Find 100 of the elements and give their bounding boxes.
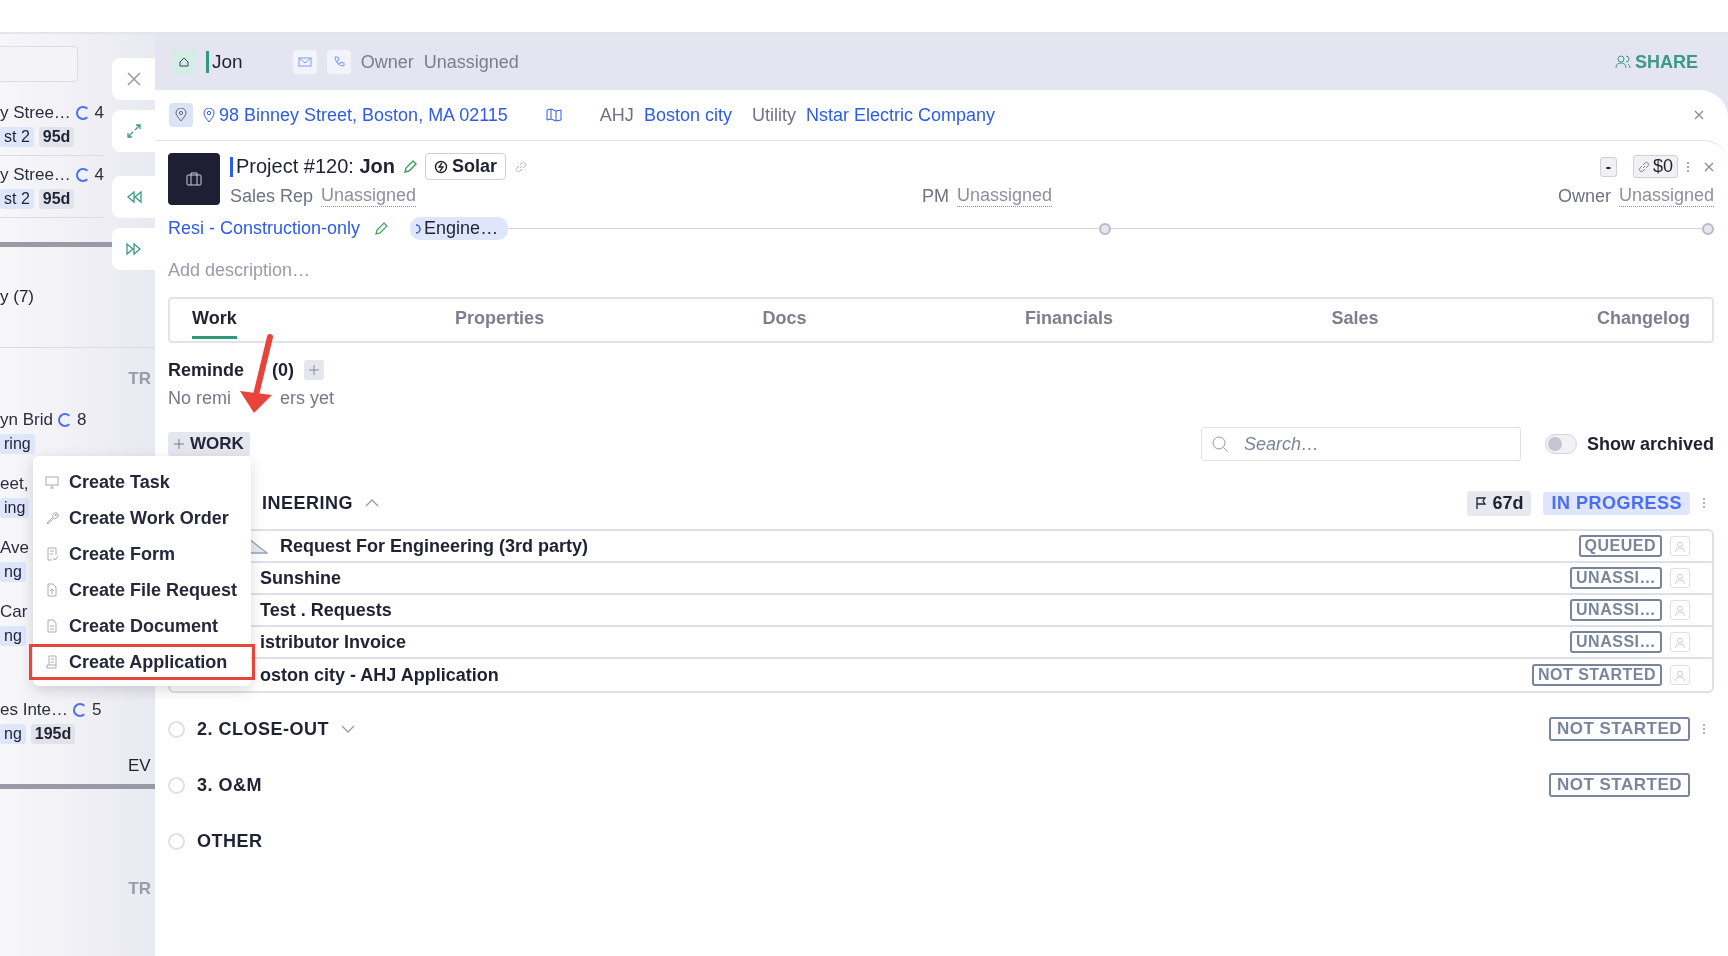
expand-button[interactable] (112, 110, 156, 152)
work-item-title[interactable]: oston city - AHJ Application (260, 664, 499, 686)
close-icon (125, 70, 143, 88)
close-icon[interactable] (1704, 161, 1714, 172)
document-icon (45, 619, 59, 633)
status-tag: IN PROGRESS (1543, 491, 1690, 515)
card-type: EV (128, 756, 151, 776)
close-button[interactable] (112, 58, 156, 100)
wrench-icon (45, 511, 59, 525)
status-tag: UNASSI… (1570, 631, 1662, 653)
project-title: Project #120: Jon (236, 155, 395, 178)
stage-pill[interactable]: Engine… (410, 217, 509, 240)
edit-icon[interactable] (403, 159, 417, 174)
section-title[interactable]: INEERING (262, 492, 353, 514)
link-icon[interactable] (514, 159, 528, 174)
section-title[interactable]: 3. O&M (197, 774, 262, 796)
utility-label: Utility (751, 104, 796, 126)
phone-button[interactable] (326, 50, 351, 74)
menu-item[interactable]: Create File Request (29, 572, 255, 608)
tab[interactable]: Properties (455, 299, 545, 341)
more-icon[interactable] (1686, 160, 1690, 173)
home-icon (172, 50, 196, 74)
tab[interactable]: Sales (1331, 299, 1379, 341)
menu-item[interactable]: Create Document (29, 608, 255, 644)
work-item-title[interactable]: Sunshine (260, 567, 341, 589)
menu-item[interactable]: Create Work Order (29, 500, 255, 536)
menu-item[interactable]: Create Application (29, 644, 255, 680)
edit-icon[interactable] (374, 221, 389, 236)
menu-item[interactable]: Create Form (29, 536, 255, 572)
ahj-link[interactable]: Boston city (643, 104, 732, 126)
chevron-down-icon[interactable] (341, 725, 355, 733)
more-icon[interactable] (1702, 497, 1706, 509)
card-title: Car (0, 602, 28, 622)
fast-forward-icon (126, 242, 142, 256)
add-work-button[interactable]: WORK (168, 432, 250, 456)
search-field[interactable]: Search… (1200, 427, 1521, 461)
sales-rep-label: Sales Rep (230, 186, 314, 207)
column-header: TR (128, 879, 151, 899)
assignee-icon[interactable] (1670, 632, 1690, 652)
project-thumbnail (168, 153, 220, 205)
tab[interactable]: Work (192, 301, 237, 339)
tab[interactable]: Docs (762, 299, 807, 341)
stage-tag: st 2 (0, 126, 34, 147)
status-circle[interactable] (168, 720, 185, 738)
rewind-button[interactable] (112, 176, 156, 218)
more-icon[interactable] (1702, 723, 1706, 735)
status-tag: UNASSI… (1570, 567, 1662, 589)
assignee-icon[interactable] (1670, 568, 1690, 588)
work-item-title[interactable]: Request For Engineering (3rd party) (280, 535, 589, 557)
stage-tag: ing (0, 498, 30, 518)
stage-tag: ng (0, 626, 26, 646)
mail-button[interactable] (292, 50, 317, 74)
stage-tag: ng (0, 562, 26, 582)
stage-tag: st 2 (0, 188, 34, 209)
utility-link[interactable]: Nstar Electric Company (805, 104, 995, 126)
phone-icon (332, 56, 345, 68)
assignee-icon[interactable] (1670, 665, 1690, 685)
card-title: y Stree… (0, 102, 71, 123)
assignee-icon[interactable] (1670, 600, 1690, 620)
column-header: TR (128, 369, 151, 389)
work-item-title[interactable]: Test . Requests (260, 599, 392, 621)
show-archived-label: Show archived (1586, 433, 1714, 455)
solar-icon (434, 159, 448, 174)
expand-icon (126, 123, 142, 139)
list-card[interactable]: eet, ing (0, 474, 30, 538)
section-title[interactable]: OTHER (197, 830, 263, 852)
card-title: eet, (0, 474, 29, 494)
address-link[interactable]: 98 Binney Street, Boston, MA 02115 (219, 104, 508, 126)
list-card[interactable]: y Stree… 4 st 2 95d (0, 156, 104, 218)
stage-node[interactable] (1702, 222, 1714, 235)
value-tag[interactable]: $0 (1632, 155, 1678, 178)
work-item-title[interactable]: istributor Invoice (260, 631, 407, 653)
search-field[interactable] (0, 46, 78, 82)
close-button[interactable] (1694, 110, 1704, 120)
chevron-up-icon[interactable] (365, 499, 379, 507)
workflow-link[interactable]: Resi - Construction-only (168, 218, 361, 239)
tab[interactable]: Changelog (1596, 299, 1690, 341)
reminders-count: (0) (272, 359, 294, 381)
add-reminder-button[interactable] (304, 360, 324, 380)
status-circle[interactable] (168, 832, 185, 850)
stage-node[interactable] (1099, 222, 1112, 235)
list-card[interactable]: Car ng (0, 602, 28, 666)
priority-tag[interactable]: - (1599, 156, 1617, 177)
status-tag: NOT STARTED (1548, 717, 1690, 741)
map-icon[interactable] (545, 108, 562, 122)
age-tag: 95d (38, 126, 75, 147)
progress-icon (75, 105, 90, 120)
status-circle[interactable] (168, 776, 185, 794)
section-title[interactable]: 2. CLOSE-OUT (197, 718, 329, 740)
list-card[interactable]: y Stree… 4 st 2 95d (0, 94, 104, 156)
type-label: Solar (452, 156, 497, 177)
card-count: 4 (94, 164, 104, 185)
toggle-switch[interactable] (1544, 434, 1577, 454)
tab[interactable]: Financials (1025, 299, 1114, 341)
fast-forward-button[interactable] (112, 228, 156, 270)
owner-value: Unassigned (423, 51, 519, 73)
owner-label: Owner (360, 51, 414, 73)
status-tag: UNASSI… (1570, 599, 1662, 621)
list-card[interactable]: Ave ng (0, 538, 29, 602)
assignee-icon[interactable] (1670, 536, 1690, 556)
